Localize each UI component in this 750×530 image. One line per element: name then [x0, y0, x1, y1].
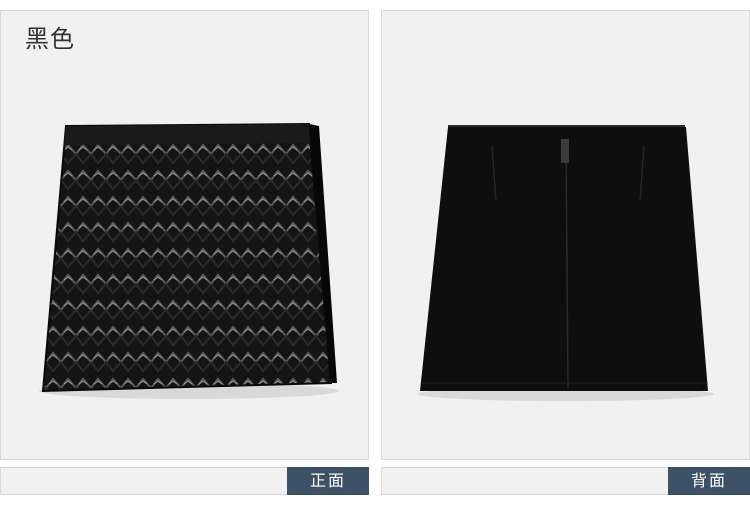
back-view-tag: 背面 — [668, 467, 750, 495]
front-view-panel: 黑色 — [0, 10, 369, 460]
back-view-caption-bar: 背面 — [381, 467, 750, 495]
back-view-panel — [381, 10, 750, 460]
skirt-back-image — [418, 125, 714, 401]
quilted-skirt-front-image — [39, 122, 339, 399]
front-view-tag: 正面 — [287, 467, 369, 495]
front-view-caption-bar: 正面 — [0, 467, 369, 495]
